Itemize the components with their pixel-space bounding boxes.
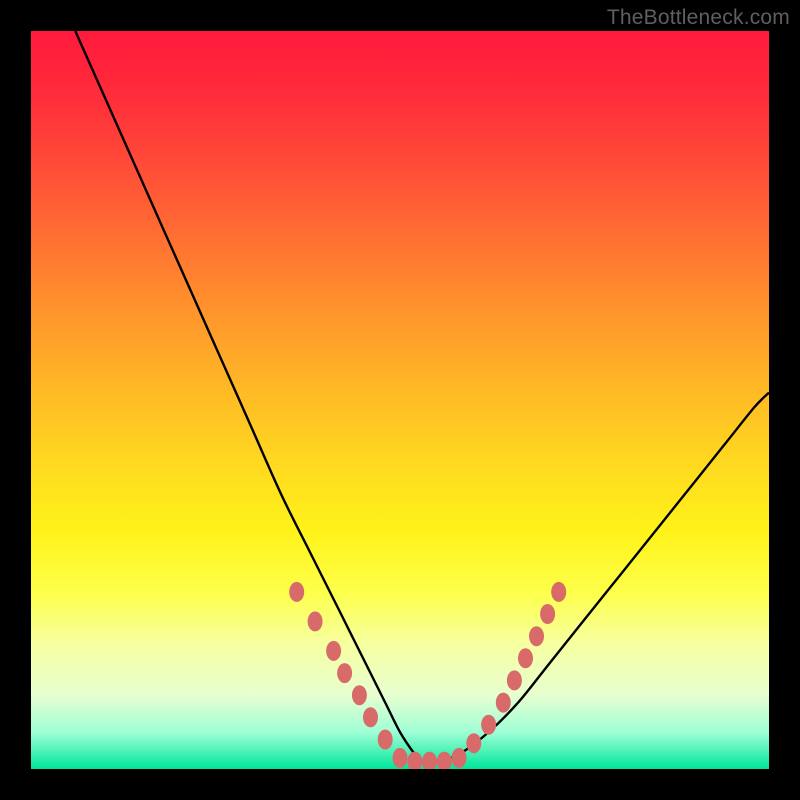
datapoint-marker bbox=[393, 748, 408, 768]
datapoint-marker bbox=[308, 611, 323, 631]
datapoint-marker bbox=[518, 648, 533, 668]
datapoint-marker bbox=[407, 752, 422, 769]
datapoint-markers bbox=[289, 582, 566, 769]
datapoint-marker bbox=[289, 582, 304, 602]
datapoint-marker bbox=[378, 730, 393, 750]
datapoint-marker bbox=[466, 733, 481, 753]
datapoint-marker bbox=[363, 707, 378, 727]
datapoint-marker bbox=[452, 748, 467, 768]
chart-plot-area bbox=[31, 31, 769, 769]
datapoint-marker bbox=[529, 626, 544, 646]
datapoint-marker bbox=[507, 670, 522, 690]
datapoint-marker bbox=[437, 752, 452, 769]
datapoint-marker bbox=[326, 641, 341, 661]
datapoint-marker bbox=[352, 685, 367, 705]
chart-svg bbox=[31, 31, 769, 769]
datapoint-marker bbox=[337, 663, 352, 683]
datapoint-marker bbox=[422, 752, 437, 769]
datapoint-marker bbox=[551, 582, 566, 602]
datapoint-marker bbox=[481, 715, 496, 735]
datapoint-marker bbox=[496, 693, 511, 713]
watermark-text: TheBottleneck.com bbox=[607, 6, 790, 30]
datapoint-marker bbox=[540, 604, 555, 624]
bottleneck-curve-line bbox=[75, 31, 769, 763]
